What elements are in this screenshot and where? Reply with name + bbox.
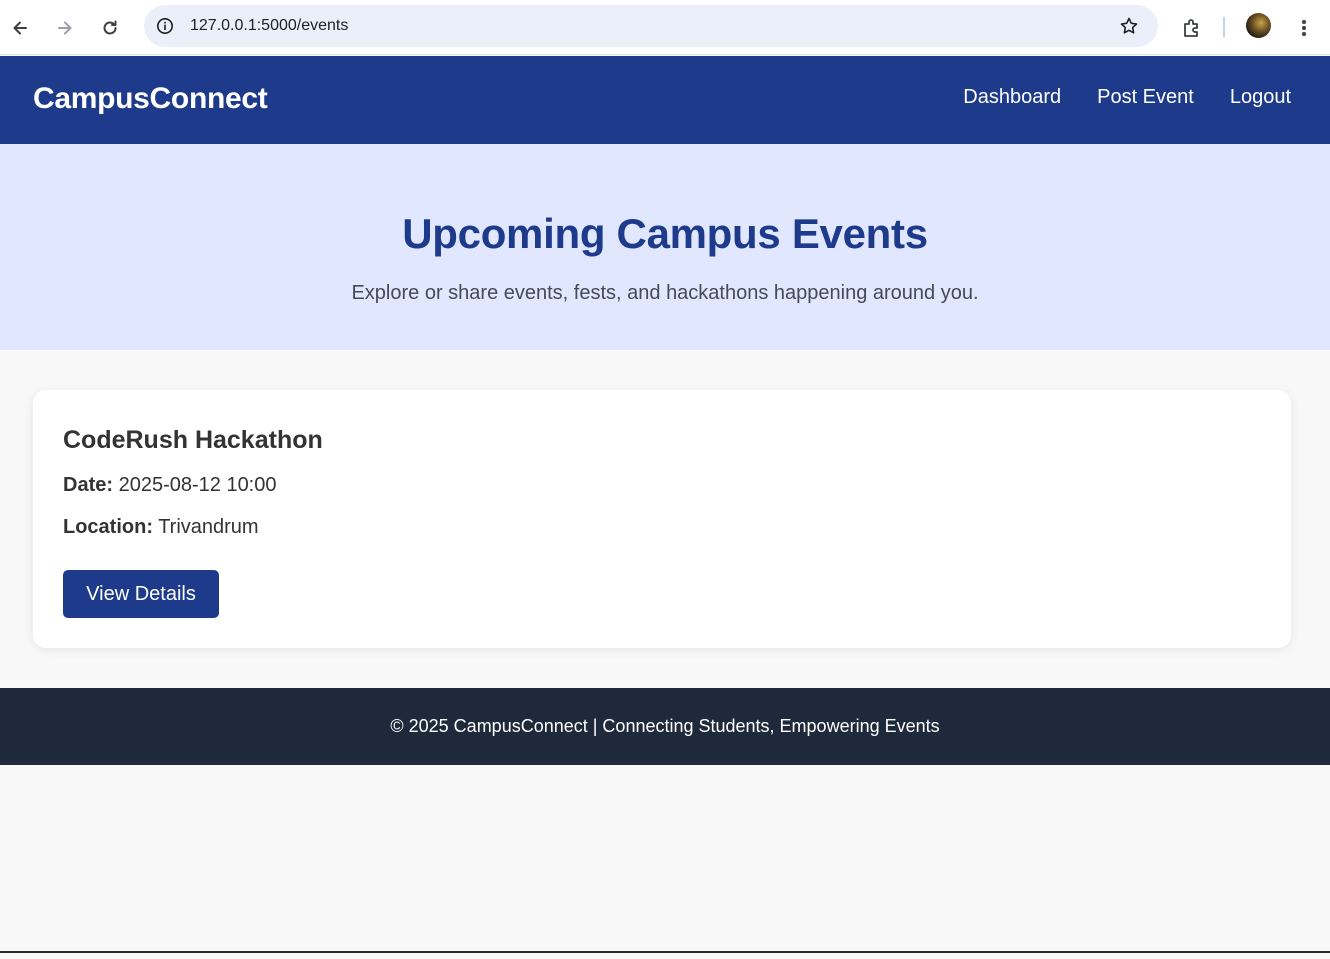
event-title: CodeRush Hackathon: [63, 426, 323, 454]
hero-section: Upcoming Campus Events Explore or share …: [0, 144, 1330, 350]
page-subtitle: Explore or share events, fests, and hack…: [351, 282, 979, 304]
url-text[interactable]: 127.0.0.1:5000/events: [190, 17, 348, 35]
event-date-value: 2025-08-12 10:00: [118, 474, 277, 496]
event-date: Date: 2025-08-12 10:00: [63, 474, 277, 497]
extensions-icon[interactable]: [1176, 12, 1208, 44]
footer-text: © 2025 CampusConnect | Connecting Studen…: [390, 716, 940, 736]
forward-arrow-icon[interactable]: [49, 12, 81, 44]
nav-dashboard-link[interactable]: Dashboard: [963, 86, 1061, 109]
view-details-button[interactable]: View Details: [63, 570, 219, 618]
window-bottom-border: [0, 951, 1330, 953]
site-info-icon[interactable]: [154, 15, 176, 37]
nav-post-event-link[interactable]: Post Event: [1097, 86, 1194, 109]
site-footer: © 2025 CampusConnect | Connecting Studen…: [0, 688, 1330, 765]
event-location-label: Location:: [63, 516, 153, 538]
event-location-value: Trivandrum: [158, 516, 259, 538]
reload-icon[interactable]: [94, 12, 126, 44]
bookmark-star-icon[interactable]: [1118, 15, 1140, 37]
main-nav: Dashboard Post Event Logout: [963, 86, 1291, 109]
browser-toolbar: 127.0.0.1:5000/events: [0, 0, 1330, 55]
toolbar-divider: [1223, 17, 1225, 37]
nav-logout-link[interactable]: Logout: [1230, 86, 1291, 109]
event-card: CodeRush Hackathon Date: 2025-08-12 10:0…: [33, 390, 1291, 648]
address-bar[interactable]: 127.0.0.1:5000/events: [144, 5, 1158, 47]
more-menu-icon[interactable]: [1290, 12, 1318, 44]
brand-logo[interactable]: CampusConnect: [33, 82, 268, 116]
event-date-label: Date:: [63, 474, 114, 496]
back-arrow-icon[interactable]: [4, 12, 36, 44]
page-title: Upcoming Campus Events: [402, 210, 928, 257]
profile-avatar[interactable]: [1246, 13, 1271, 38]
event-location: Location: Trivandrum: [63, 516, 259, 539]
site-header: CampusConnect Dashboard Post Event Logou…: [0, 56, 1330, 144]
